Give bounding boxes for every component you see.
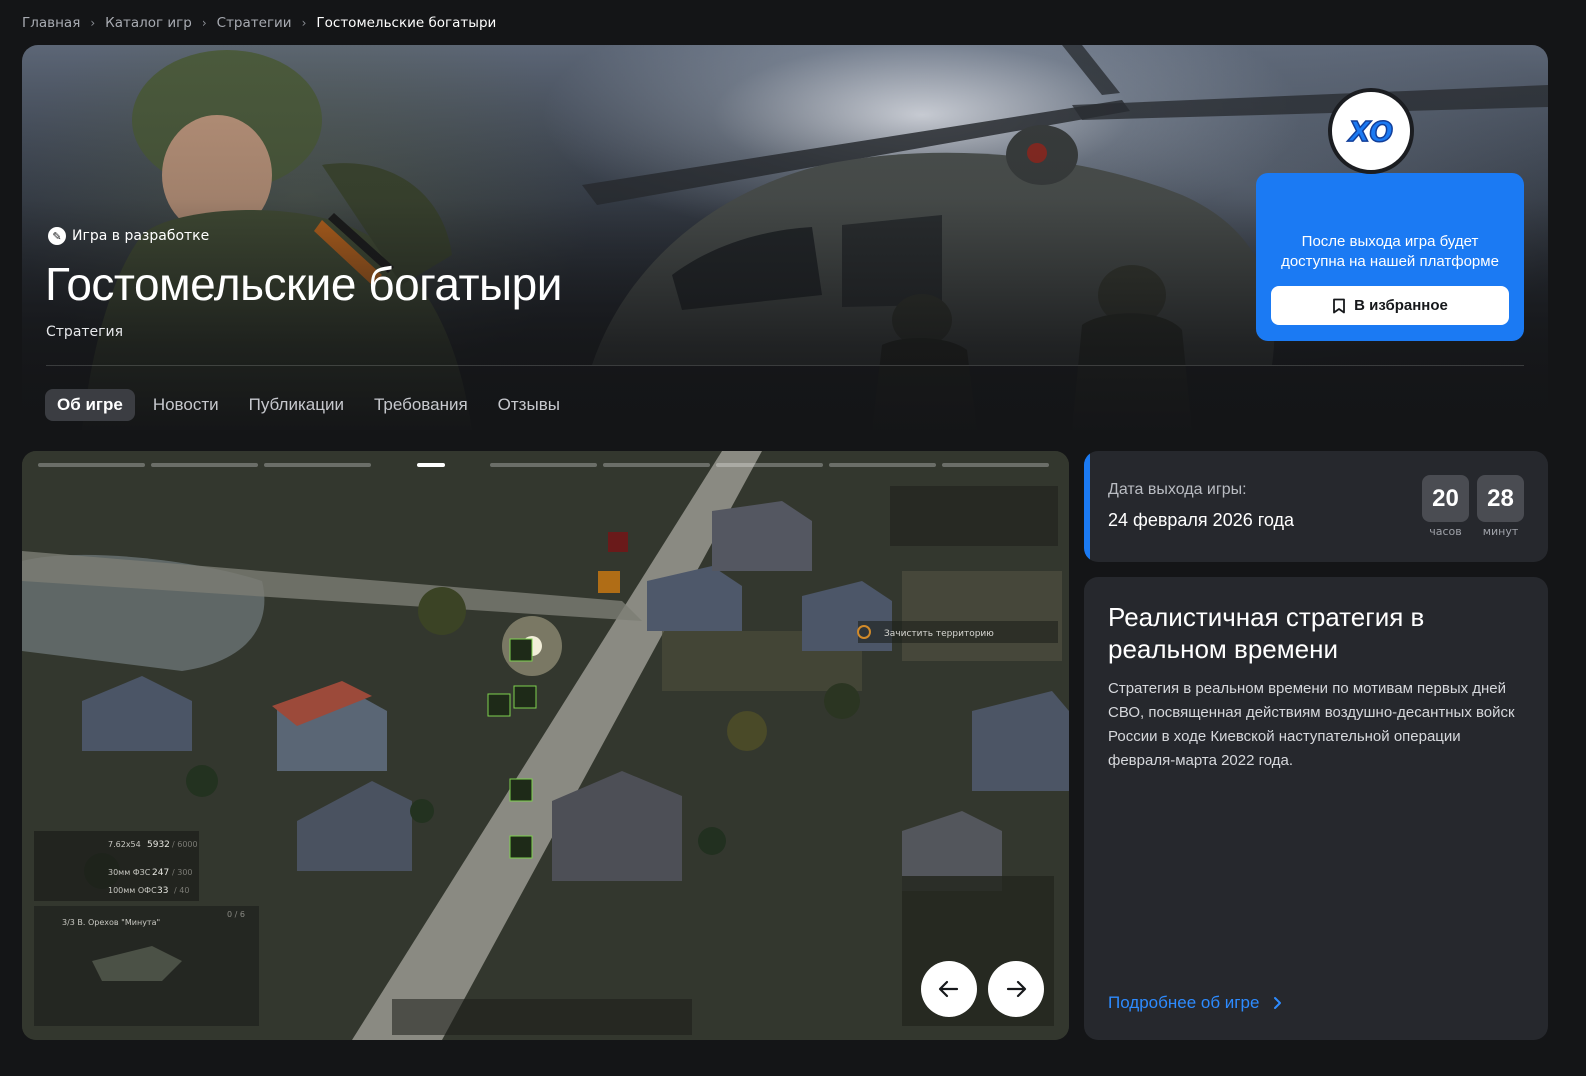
- breadcrumb-home[interactable]: Главная: [22, 15, 80, 31]
- timer-minutes: 28: [1477, 475, 1524, 522]
- tab-about[interactable]: Об игре: [45, 389, 135, 421]
- release-date-label: Дата выхода игры:: [1108, 481, 1247, 498]
- previous-slide-button[interactable]: [921, 961, 977, 1017]
- platform-logo: XO: [1328, 88, 1414, 174]
- slide-progress: [38, 463, 1049, 467]
- breadcrumb-catalog[interactable]: Каталог игр: [105, 15, 192, 31]
- slide-indicator[interactable]: [38, 463, 145, 467]
- ammo-2-count: 247: [152, 868, 169, 878]
- slide-indicator[interactable]: [603, 463, 710, 467]
- hero-banner: ✎ Игра в разработке Гостомельские богаты…: [22, 45, 1548, 430]
- about-card: Реалистичная стратегия в реальном времен…: [1084, 577, 1548, 1040]
- about-description: Стратегия в реальном времени по мотивам …: [1108, 680, 1515, 769]
- objective-text: Зачистить территорию: [884, 629, 994, 639]
- arrow-right-icon: [1006, 980, 1027, 998]
- breadcrumb-strategies[interactable]: Стратегии: [217, 15, 292, 31]
- ammo-1-max: / 6000: [172, 840, 198, 849]
- breadcrumb-current: Гостомельские богатыри: [316, 15, 497, 31]
- slide-indicator[interactable]: [942, 463, 1049, 467]
- ammo-3-max: / 40: [174, 886, 189, 895]
- gameplay-screenshot: Зачистить территорию 7.62x54 5932 / 6000…: [22, 451, 1069, 1040]
- ammo-3-count: 33: [157, 886, 168, 896]
- screenshot-gallery[interactable]: Зачистить территорию 7.62x54 5932 / 6000…: [22, 451, 1069, 1040]
- unit-count: 0 / 6: [227, 910, 245, 919]
- tab-news[interactable]: Новости: [141, 389, 231, 421]
- more-about-game-label: Подробнее об игре: [1108, 993, 1260, 1012]
- breadcrumb: Главная › Каталог игр › Стратегии › Гост…: [22, 14, 496, 32]
- slide-indicator[interactable]: [829, 463, 936, 467]
- ammo-2-max: / 300: [172, 868, 193, 877]
- chevron-right-icon: [1274, 997, 1282, 1009]
- ammo-2-name: 30мм ФЗС: [108, 868, 151, 877]
- bookmark-icon: [1333, 298, 1346, 313]
- release-date-card: Дата выхода игры: 24 февраля 2026 года 2…: [1084, 451, 1548, 562]
- divider: [46, 365, 1524, 366]
- arrow-left-icon: [938, 980, 959, 998]
- timer-hours: 20: [1422, 475, 1469, 522]
- add-to-favorites-label: В избранное: [1354, 297, 1448, 314]
- chevron-right-icon: ›: [201, 16, 207, 30]
- dev-badge: ✎ Игра в разработке: [48, 227, 209, 245]
- release-text: После выхода игра будет доступна на наше…: [1281, 233, 1499, 270]
- wrench-icon: ✎: [48, 227, 66, 245]
- tab-requirements[interactable]: Требования: [362, 389, 480, 421]
- tab-reviews[interactable]: Отзывы: [486, 389, 572, 421]
- timer-hours-label: часов: [1429, 525, 1462, 538]
- release-date-value: 24 февраля 2026 года: [1108, 510, 1295, 530]
- chevron-right-icon: ›: [301, 16, 307, 30]
- slide-indicator[interactable]: [716, 463, 823, 467]
- slide-indicator[interactable]: [264, 463, 371, 467]
- ammo-1-name: 7.62x54: [108, 840, 141, 849]
- logo-text: XO: [1347, 115, 1393, 148]
- more-about-game-link[interactable]: Подробнее об игре: [1108, 993, 1283, 1013]
- ammo-3-name: 100мм ОФС: [108, 886, 157, 895]
- slide-indicator[interactable]: [377, 463, 484, 467]
- dev-badge-label: Игра в разработке: [72, 228, 210, 244]
- unit-name: 3/3 В. Орехов "Минута": [62, 918, 160, 927]
- chevron-right-icon: ›: [90, 16, 96, 30]
- tab-bar: Об игре Новости Публикации Требования От…: [45, 389, 572, 421]
- ammo-1-count: 5932: [147, 840, 170, 850]
- add-to-favorites-button[interactable]: В избранное: [1271, 286, 1509, 325]
- slide-indicator[interactable]: [490, 463, 597, 467]
- slide-indicator[interactable]: [151, 463, 258, 467]
- xo-logo-icon: XO: [1346, 114, 1394, 149]
- slide-indicator-active: [416, 463, 445, 467]
- next-slide-button[interactable]: [988, 961, 1044, 1017]
- about-title: Реалистичная стратегия в реальном времен…: [1108, 602, 1425, 664]
- tab-publications[interactable]: Публикации: [237, 389, 356, 421]
- genre-label: Стратегия: [46, 324, 124, 340]
- page-title: Гостомельские богатыри: [45, 258, 562, 310]
- timer-minutes-label: минут: [1482, 525, 1519, 538]
- accent-bar: [1084, 451, 1090, 562]
